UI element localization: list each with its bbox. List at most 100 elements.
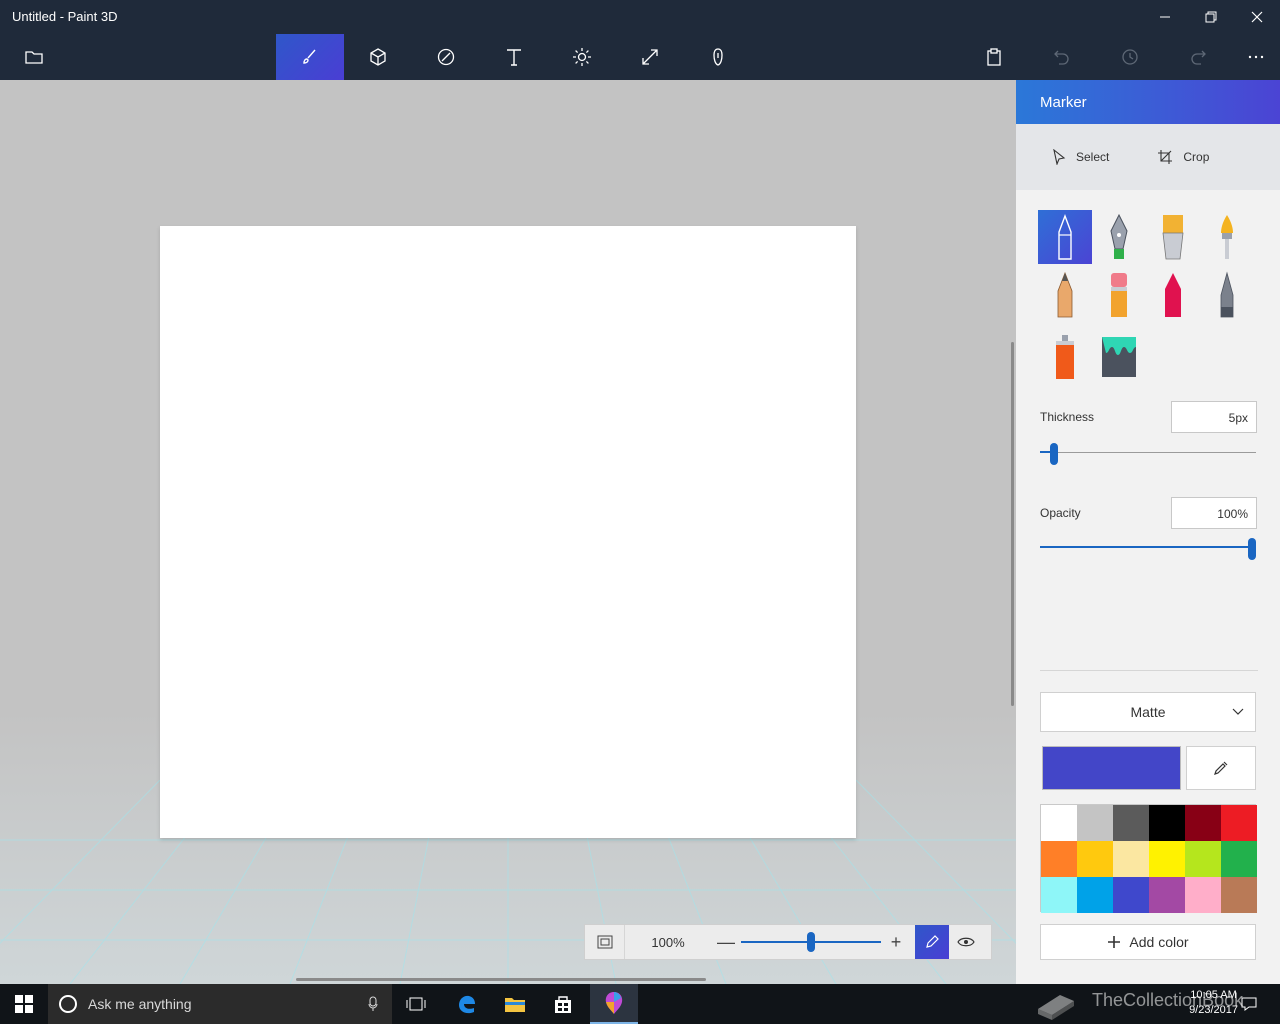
edge-button[interactable] [444,984,490,1024]
tool-effects[interactable] [548,34,616,80]
finish-value: Matte [1130,704,1166,720]
color-swatch[interactable] [1221,805,1257,841]
color-swatch[interactable] [1185,841,1221,877]
zoom-slider[interactable] [741,925,881,959]
history-button[interactable] [1096,34,1164,80]
3d-shapes-icon [370,48,386,66]
color-swatch[interactable] [1041,841,1077,877]
start-button[interactable] [0,984,48,1024]
brush-pencil[interactable] [1038,268,1092,322]
finish-dropdown[interactable]: Matte [1040,692,1256,732]
spray-can-icon [1056,335,1074,379]
minimize-button[interactable] [1142,0,1188,34]
color-swatch[interactable] [1041,877,1077,913]
task-view-button[interactable] [394,984,438,1024]
fit-to-screen-button[interactable] [585,925,625,959]
restore-button[interactable] [1188,0,1234,34]
zoom-slider-thumb[interactable] [807,932,815,952]
color-swatch[interactable] [1041,805,1077,841]
brush-oil[interactable] [1146,210,1200,264]
effects-icon [573,48,591,66]
color-swatch[interactable] [1149,877,1185,913]
zoom-in-button[interactable]: + [881,932,911,953]
panel-title: Marker [1016,80,1280,124]
brush-calligraphy-pen[interactable] [1092,210,1146,264]
restore-icon [1205,11,1217,23]
file-explorer-button[interactable] [492,984,538,1024]
color-swatch[interactable] [1185,877,1221,913]
close-button[interactable] [1234,0,1280,34]
more-button[interactable] [1222,34,1280,80]
vertical-scrollbar[interactable] [1011,342,1014,706]
thickness-input[interactable]: 5px [1171,401,1257,433]
drawing-canvas[interactable] [160,226,856,838]
brush-fill[interactable] [1092,330,1146,384]
plus-icon [1108,936,1121,948]
color-swatch[interactable] [1113,805,1149,841]
undo-button[interactable] [1028,34,1096,80]
notification-icon [1241,997,1257,1011]
paint3d-taskbar-button[interactable] [590,984,638,1024]
brushes-icon [303,49,316,64]
book-logo-icon [1038,995,1074,1020]
thickness-slider-thumb[interactable] [1050,443,1058,465]
horizontal-scrollbar[interactable] [296,978,706,981]
history-icon [1122,49,1138,65]
color-swatch[interactable] [1221,877,1257,913]
panel-divider [1040,670,1258,671]
add-color-button[interactable]: Add color [1040,924,1256,960]
clock-time: 10:05 AM [1190,989,1237,1001]
store-button[interactable] [540,984,586,1024]
tool-remix3d[interactable] [684,34,752,80]
view-mode-button[interactable] [949,925,983,959]
thickness-slider[interactable] [1040,443,1256,465]
brush-spray-can[interactable] [1038,330,1092,384]
remix3d-icon [713,48,723,66]
eyedropper-button[interactable] [1186,746,1256,790]
opacity-slider[interactable] [1040,538,1256,560]
paste-button[interactable] [960,34,1028,80]
title-bar: Untitled - Paint 3D [0,0,1280,34]
tool-brushes[interactable] [276,34,344,80]
current-color-swatch[interactable] [1042,746,1181,790]
color-swatch[interactable] [1077,841,1113,877]
brush-watercolor[interactable] [1200,210,1254,264]
color-swatch[interactable] [1221,841,1257,877]
color-swatch[interactable] [1149,841,1185,877]
color-swatch[interactable] [1185,805,1221,841]
select-label: Select [1076,150,1110,164]
select-button[interactable]: Select [1052,149,1109,165]
crop-button[interactable]: Crop [1157,149,1209,165]
action-center-button[interactable] [1234,984,1264,1024]
undo-icon [1054,50,1069,65]
zoom-out-button[interactable]: — [711,932,741,953]
eye-icon [957,937,975,947]
opacity-input[interactable]: 100% [1171,497,1257,529]
eraser-icon [1111,273,1127,317]
brush-marker[interactable] [1038,210,1092,264]
draw-mode-button[interactable] [915,925,949,959]
color-swatch[interactable] [1077,877,1113,913]
search-box[interactable]: Ask me anything [48,984,392,1024]
brush-eraser[interactable] [1092,268,1146,322]
opacity-slider-thumb[interactable] [1248,538,1256,560]
canvas-workspace[interactable]: 100% — + [0,80,1016,984]
color-swatch[interactable] [1113,841,1149,877]
system-clock[interactable]: 10:05 AM 9/23/2017 [1189,988,1238,1018]
color-swatch[interactable] [1149,805,1185,841]
watermark-logo [1030,984,1082,1024]
brush-crayon[interactable] [1146,268,1200,322]
tool-text[interactable] [480,34,548,80]
brush-pixel-pen[interactable] [1200,268,1254,322]
tool-3d-shapes[interactable] [344,34,412,80]
tool-canvas[interactable] [616,34,684,80]
canvas-icon [642,49,658,65]
crayon-icon [1165,273,1181,317]
search-placeholder: Ask me anything [88,996,192,1012]
tool-stickers[interactable] [412,34,480,80]
color-swatch[interactable] [1077,805,1113,841]
menu-button[interactable] [0,34,68,80]
clock-date: 9/23/2017 [1189,1004,1238,1016]
color-swatch[interactable] [1113,877,1149,913]
calligraphy-pen-icon [1110,213,1128,259]
